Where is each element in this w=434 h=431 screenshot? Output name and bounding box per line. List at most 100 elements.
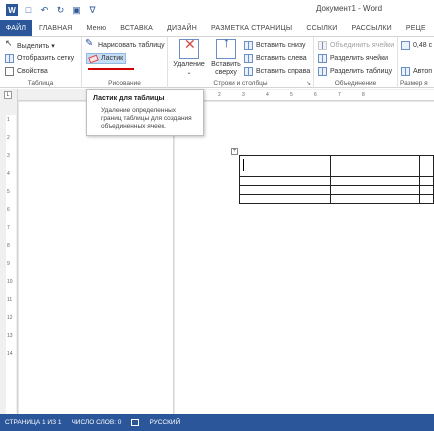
table-cell[interactable] <box>330 194 421 204</box>
ruler-mark: 4 <box>266 92 269 98</box>
insert-above-label-2: сверху <box>215 69 237 76</box>
table-cell[interactable] <box>419 185 434 195</box>
eraser-highlight-underline <box>88 68 134 70</box>
row-height-field[interactable]: 0,48 с <box>401 40 432 51</box>
tab-home[interactable]: ГЛАВНАЯ <box>32 20 80 36</box>
customize-icon[interactable]: ∇ <box>87 5 98 16</box>
vruler-mark: 13 <box>7 333 13 339</box>
table-cell[interactable] <box>330 185 421 195</box>
gridlines-label: Отобразить сетку <box>17 55 75 62</box>
document-table[interactable] <box>238 155 434 204</box>
table-cell[interactable] <box>419 155 434 177</box>
save-icon[interactable]: □ <box>23 5 34 16</box>
vruler-mark: 8 <box>7 243 10 249</box>
vruler-mark: 5 <box>7 189 10 195</box>
tab-mailings[interactable]: РАССЫЛКИ <box>345 20 399 36</box>
tab-design[interactable]: ДИЗАЙН <box>160 20 204 36</box>
table-cell[interactable] <box>238 194 332 204</box>
ruler-mark: 3 <box>242 92 245 98</box>
new-document-icon[interactable]: ▣ <box>71 5 82 16</box>
table-cell[interactable] <box>238 176 332 186</box>
ruler-mark: 2 <box>218 92 221 98</box>
tab-review[interactable]: РЕЦЕ <box>399 20 433 36</box>
insert-left-label: Вставить слева <box>256 55 307 62</box>
ruler-mark: 6 <box>314 92 317 98</box>
document-page[interactable] <box>175 102 434 414</box>
dialog-launcher-icon[interactable]: ↘ <box>306 80 311 87</box>
tooltip-body: Удаление определенных границ таблицы для… <box>101 107 192 130</box>
delete-button[interactable]: Удаление ⌄ <box>172 39 206 77</box>
insert-left-button[interactable]: Вставить слева <box>244 53 307 64</box>
eraser-tooltip: Ластик для таблицы Удаление определенных… <box>86 89 204 136</box>
insert-right-button[interactable]: Вставить справа <box>244 66 310 77</box>
title-bar: W □ ↶ ↻ ▣ ∇ Документ1 - Word <box>0 0 434 20</box>
vruler-mark: 10 <box>7 279 13 285</box>
table-move-handle[interactable]: + <box>231 148 238 155</box>
table-cell[interactable] <box>330 176 421 186</box>
table-cell[interactable] <box>238 185 332 195</box>
redo-icon[interactable]: ↻ <box>55 5 66 16</box>
insert-above-icon <box>216 38 236 59</box>
vruler-mark: 7 <box>7 225 10 231</box>
ruler-mark: 7 <box>338 92 341 98</box>
split-table-button[interactable]: Разделить таблицу <box>318 66 392 77</box>
insert-right-icon <box>244 67 253 76</box>
draw-table-button[interactable]: Нарисовать таблицу <box>85 38 165 51</box>
left-margin-pane <box>19 102 174 414</box>
word-icon[interactable]: W <box>6 4 18 16</box>
tab-references[interactable]: ССЫЛКИ <box>299 20 344 36</box>
delete-table-icon <box>179 39 199 59</box>
merge-cells-button[interactable]: Объединить ячейки <box>318 40 394 51</box>
draw-table-label: Нарисовать таблицу <box>98 42 165 49</box>
split-cells-button[interactable]: Разделить ячейки <box>318 53 388 64</box>
vruler-mark: 9 <box>7 261 10 267</box>
split-table-icon <box>318 67 327 76</box>
select-button[interactable]: Выделить ▾ <box>5 38 55 51</box>
tab-selector[interactable]: L <box>4 91 12 99</box>
vruler-mark: 11 <box>7 297 13 303</box>
table-cell[interactable] <box>330 155 421 177</box>
group-rows-columns: Удаление ⌄ Вставить сверху Вставить сниз… <box>168 37 314 88</box>
eraser-button[interactable]: Ластик <box>86 53 127 64</box>
pencil-icon <box>85 38 95 50</box>
view-gridlines-button[interactable]: Отобразить сетку <box>5 53 74 64</box>
eraser-icon <box>88 54 99 63</box>
group-label-rows-columns: Строки и столбцы <box>213 80 268 87</box>
word-count[interactable]: ЧИСЛО СЛОВ: 0 <box>71 419 121 426</box>
delete-label: Удаление <box>173 61 205 68</box>
page-count[interactable]: СТРАНИЦА 1 ИЗ 1 <box>5 419 61 426</box>
tab-page-layout[interactable]: РАЗМЕТКА СТРАНИЦЫ <box>204 20 299 36</box>
ribbon: Выделить ▾ Отобразить сетку Свойства Таб… <box>0 36 434 88</box>
table-cell[interactable] <box>419 176 434 186</box>
table-cell[interactable] <box>238 155 332 177</box>
split-cells-icon <box>318 54 327 63</box>
tab-insert[interactable]: ВСТАВКА <box>113 20 160 36</box>
group-table: Выделить ▾ Отобразить сетку Свойства Таб… <box>0 37 82 88</box>
tab-file[interactable]: ФАЙЛ <box>0 20 32 36</box>
autofit-button[interactable]: Автоп <box>401 66 432 77</box>
tab-menu[interactable]: Меню <box>80 20 114 36</box>
horizontal-ruler: 1 2 1 2 3 4 5 6 7 8 <box>18 89 434 101</box>
insert-below-icon <box>244 41 253 50</box>
table-row <box>238 176 434 186</box>
ruler-mark: 8 <box>362 92 365 98</box>
select-cursor-icon <box>5 38 14 50</box>
tooltip-title: Ластик для таблицы <box>93 95 165 102</box>
chevron-down-icon: ⌄ <box>186 70 192 76</box>
document-area: L 1 2 3 4 5 6 7 8 9 10 11 12 13 14 1 2 1… <box>0 89 434 414</box>
insert-below-button[interactable]: Вставить снизу <box>244 40 306 51</box>
insert-above-button[interactable]: Вставить сверху <box>210 38 242 77</box>
table-cell[interactable] <box>419 194 434 204</box>
undo-icon[interactable]: ↶ <box>39 5 50 16</box>
autofit-label: Автоп <box>413 68 433 75</box>
insert-right-label: Вставить справа <box>256 68 311 75</box>
vruler-mark: 12 <box>7 315 13 321</box>
vruler-mark: 3 <box>7 153 10 159</box>
select-label: Выделить ▾ <box>17 42 55 50</box>
group-label-table: Таблица <box>27 80 54 87</box>
quick-access-toolbar: W □ ↶ ↻ ▣ ∇ <box>0 4 98 16</box>
properties-button[interactable]: Свойства <box>5 66 48 77</box>
language-indicator[interactable]: РУССКИЙ <box>149 419 180 426</box>
ruler-mark: 5 <box>290 92 293 98</box>
proofing-icon[interactable] <box>131 419 140 426</box>
